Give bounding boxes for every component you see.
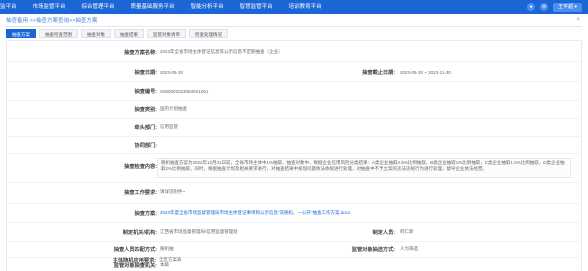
category-value: 国内计划抽查 [160, 106, 187, 111]
nav-item-training[interactable]: 培训教育平台 [281, 0, 330, 14]
attachment-label: 抽查方案: [134, 210, 157, 217]
divider [7, 153, 581, 154]
scope-label: 主体随机应用要求: [112, 258, 156, 264]
notification-icon[interactable]: ● [527, 3, 536, 11]
user-menu-button[interactable]: 王平超 ▾ [553, 2, 582, 12]
org-label: 制定机关/机构: [122, 229, 157, 236]
tab-check-scope[interactable]: 抽查检查范围 [39, 29, 78, 38]
supervise-method-value: 人为筛选 [400, 246, 418, 251]
category-label: 抽查类别: [134, 106, 157, 113]
tab-check-result[interactable]: 抽查结果 [114, 29, 144, 38]
plan-no-label: 抽查编号: [134, 88, 157, 95]
scope-value: 全区方案表 [159, 257, 182, 262]
message-icon[interactable]: ✉ [540, 3, 549, 11]
tab-check-target[interactable]: 抽查对象 [81, 29, 111, 38]
breadcrumb-text[interactable]: 抽查备用 >>抽查方案查询>>抽查方案 [6, 16, 97, 24]
nav-item-market-supervision[interactable]: 市场监管平台 [25, 0, 74, 14]
start-date-value: 2023-05-30 [160, 69, 184, 75]
nav-item-supervision[interactable]: 监平台 [0, 0, 25, 14]
divider [7, 81, 581, 82]
creator-value: 何仁新 [400, 229, 414, 234]
supervise-method-label: 监管对象抽选方式: [351, 246, 395, 253]
breadcrumb: 抽查备用 >>抽查方案查询>>抽查方案 × [6, 14, 582, 27]
attachment-link[interactable]: 2023年度全省市场监督管理局市场主体登记事项和公示信息“双随机、一公开”抽查工… [160, 210, 350, 216]
divider [7, 222, 581, 223]
end-date-label: 抽查截止日期: [362, 69, 395, 76]
coop-dept-label: 协同部门: [134, 142, 157, 149]
creator-label: 制定人员: [372, 229, 395, 236]
divider [7, 136, 581, 137]
lead-dept-value: 信用监管 [160, 124, 178, 129]
content-value: 随机抽查方案为2022年12月31日前，全省市场主体中1%抽取，抽查对象中，根据… [157, 158, 571, 178]
lead-dept-label: 牵头部门: [134, 124, 157, 131]
plan-detail-form: 抽查方案名称: 2023年全省市场主体登记信息等公示信息不定期抽查（企业） 抽查… [6, 40, 582, 271]
content-label: 抽查检查内容: [124, 164, 157, 170]
plan-name-value: 2023年全省市场主体登记信息等公示信息不定期抽查（企业） [160, 49, 283, 54]
close-icon[interactable]: × [576, 17, 580, 23]
tab-plan[interactable]: 抽查方案 [6, 29, 36, 38]
requirement-label: 抽查工作要求: [124, 189, 157, 196]
plan-name-label: 抽查方案名称: [124, 49, 157, 56]
method-value: 随机抽 [160, 246, 174, 251]
divider [7, 203, 581, 204]
start-date-label: 抽查日期: [134, 69, 157, 76]
divider [7, 61, 581, 62]
tab-bar: 抽查方案 抽查检查范围 抽查对象 抽查结果 监管对象清单 检查处理情况 [6, 29, 228, 38]
org-value: 江西省市场监督管理局/信用监督管理处 [160, 229, 238, 234]
top-navigation-bar: 监平台 市场监管平台 综合管理平台 质量基础服务平台 智能分析平台 智慧监管平台… [0, 0, 588, 14]
method-label: 抽查人员匹配方式: [113, 246, 157, 253]
divider [7, 100, 581, 101]
tab-supervision-list[interactable]: 监管对象清单 [147, 29, 186, 38]
requirement-value: 请详见附件~ [160, 189, 186, 194]
nav-item-smart-analysis[interactable]: 智能分析平台 [183, 0, 232, 14]
nav-item-quality-service[interactable]: 质量基础服务平台 [123, 0, 183, 14]
end-date-value: 2023-05-30 ~ 2023-11-30 [400, 69, 451, 75]
divider [7, 118, 581, 119]
plan-no-value: S3600020230530S1001 [160, 88, 209, 94]
nav-item-smart-supervision[interactable]: 智慧监管平台 [232, 0, 281, 14]
tab-handling[interactable]: 检查处理情况 [189, 29, 228, 38]
divider [7, 182, 581, 183]
nav-item-integrated-management[interactable]: 综合管理平台 [74, 0, 123, 14]
divider [7, 241, 581, 242]
